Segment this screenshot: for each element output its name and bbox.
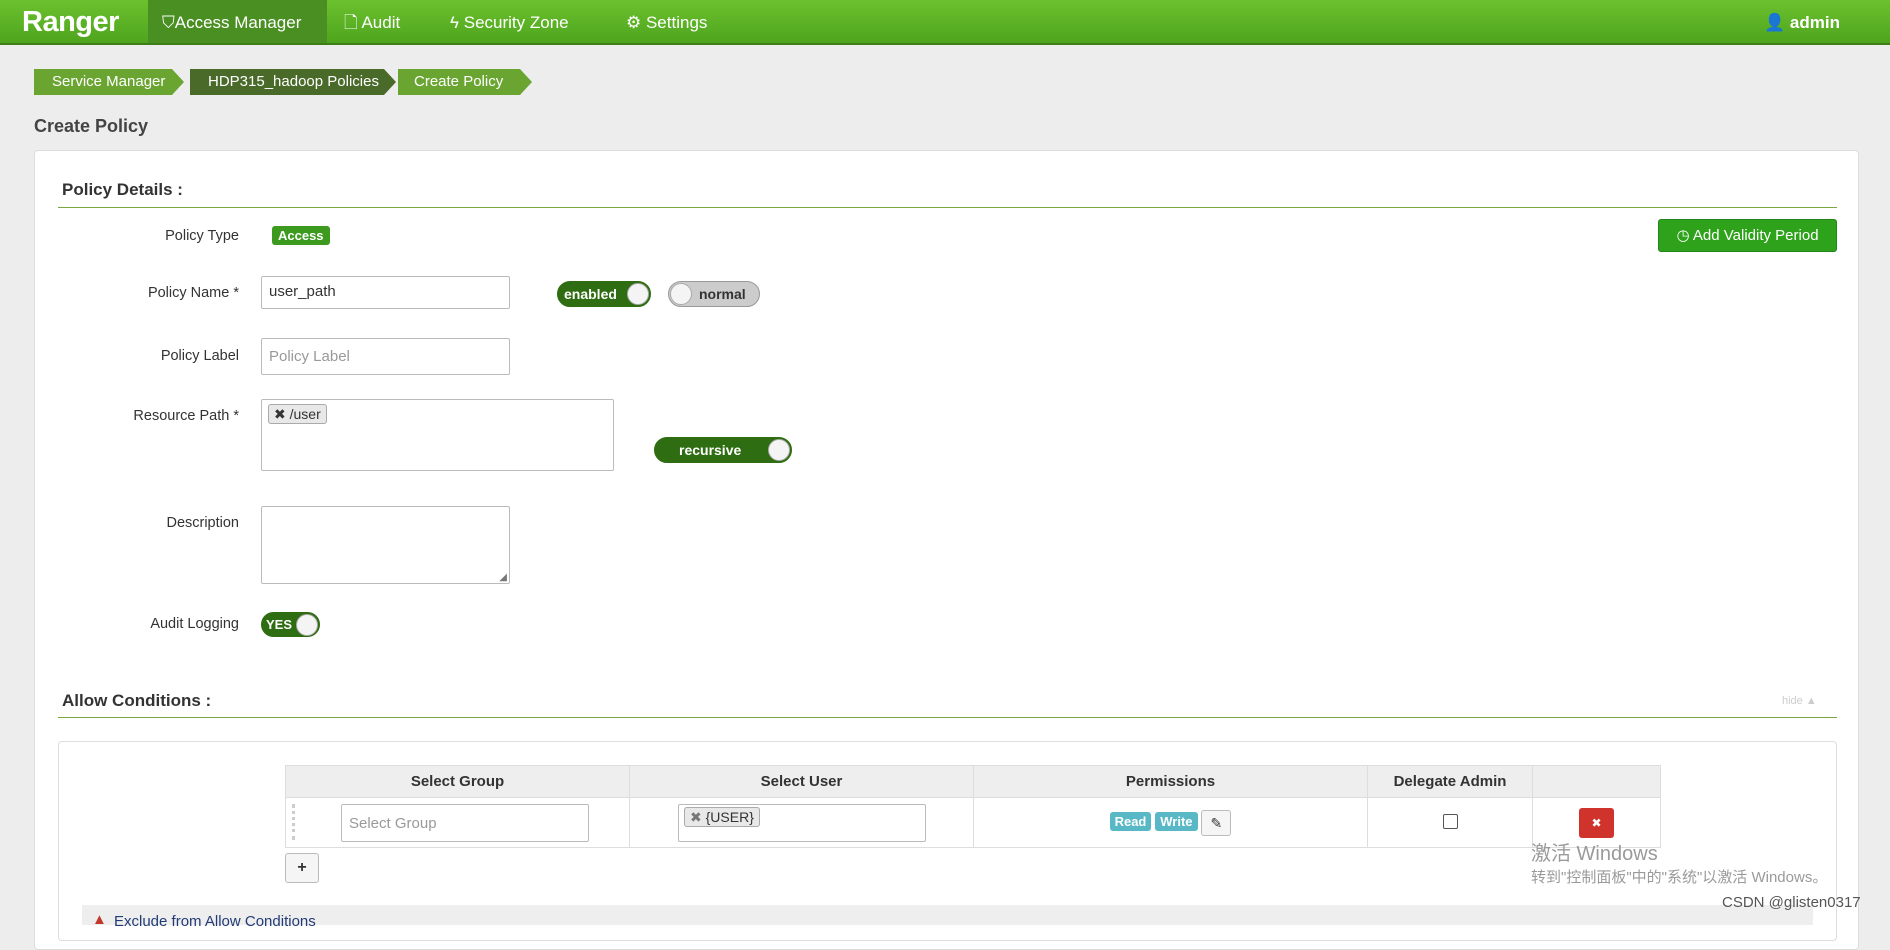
- audit-logging-label: Audit Logging: [150, 616, 239, 632]
- policy-type-label: Policy Type: [165, 228, 239, 244]
- enabled-toggle[interactable]: enabled: [557, 281, 651, 307]
- toggle-knob: [627, 283, 649, 305]
- recursive-toggle[interactable]: recursive: [654, 437, 792, 463]
- user-icon: 👤: [1764, 13, 1790, 32]
- pencil-icon: ✎: [1210, 814, 1223, 831]
- csdn-watermark: CSDN @glisten0317: [1722, 894, 1861, 911]
- policy-type-badge: Access: [272, 226, 330, 245]
- toggle-knob: [296, 614, 318, 636]
- close-icon: ✖: [1591, 815, 1602, 830]
- gear-icon: ⚙: [626, 13, 646, 32]
- divider: [58, 717, 1837, 718]
- toggle-knob: [768, 439, 790, 461]
- hide-toggle-link[interactable]: hide ▲: [1782, 695, 1817, 707]
- bolt-icon: ϟ: [450, 13, 464, 32]
- file-icon: 🗋: [344, 13, 362, 32]
- description-textarea[interactable]: ◢: [261, 506, 510, 584]
- windows-watermark-title: 激活 Windows: [1531, 843, 1658, 865]
- table-header: Select Group Select User Permissions Del…: [285, 765, 1661, 798]
- group-cell: Select Group: [285, 797, 630, 848]
- resource-path-input[interactable]: ✖ /user: [261, 399, 614, 471]
- nav-settings[interactable]: ⚙ Settings: [612, 0, 721, 43]
- nav-security-zone[interactable]: ϟ Security Zone: [436, 0, 583, 43]
- allow-conditions-heading: Allow Conditions :: [62, 691, 212, 710]
- nav-audit[interactable]: 🗋 Audit: [330, 0, 414, 43]
- audit-logging-toggle[interactable]: YES: [261, 612, 320, 637]
- windows-watermark-text: 转到"控制面板"中的"系统"以激活 Windows。: [1531, 869, 1828, 886]
- exclude-section-header[interactable]: ▲ Exclude from Allow Conditions: [82, 905, 1813, 930]
- permissions-cell: Read Write ✎: [973, 797, 1368, 848]
- page-title: Create Policy: [34, 116, 149, 136]
- permission-read: Read: [1109, 812, 1152, 832]
- breadcrumb-policies[interactable]: HDP315_hadoop Policies: [190, 69, 396, 95]
- policy-label-label: Policy Label: [160, 348, 239, 364]
- nav-access-manager[interactable]: ⛉Access Manager: [148, 0, 327, 43]
- resource-path-label: Resource Path *: [133, 408, 239, 424]
- policy-name-label: Policy Name *: [147, 285, 239, 301]
- col-actions: [1532, 765, 1661, 798]
- breadcrumb-create-policy: Create Policy: [398, 69, 532, 95]
- toggle-knob: [670, 283, 692, 305]
- add-validity-period-button[interactable]: ◷ Add Validity Period: [1658, 219, 1837, 252]
- breadcrumb-service-manager[interactable]: Service Manager: [34, 69, 184, 95]
- clock-icon: ◷: [1676, 227, 1693, 244]
- resize-handle-icon[interactable]: ◢: [499, 572, 507, 583]
- user-cell: ✖ {USER}: [629, 797, 974, 848]
- user-menu[interactable]: 👤 admin: [1750, 0, 1854, 43]
- edit-permissions-button[interactable]: ✎: [1201, 809, 1232, 836]
- col-permissions: Permissions: [973, 765, 1368, 798]
- warning-icon: ▲: [92, 911, 107, 928]
- col-delegate-admin: Delegate Admin: [1367, 765, 1533, 798]
- remove-tag-icon[interactable]: ✖: [690, 809, 706, 825]
- drag-handle-icon[interactable]: [292, 804, 295, 840]
- delegate-admin-checkbox[interactable]: [1442, 813, 1458, 829]
- delete-row-button[interactable]: ✖: [1579, 807, 1614, 838]
- ranger-logo[interactable]: Ranger: [22, 6, 119, 39]
- resource-path-tag: ✖ /user: [268, 404, 327, 424]
- policy-label-input[interactable]: Policy Label: [261, 338, 510, 375]
- permission-write: Write: [1155, 812, 1198, 832]
- remove-tag-icon[interactable]: ✖: [274, 406, 290, 422]
- policy-name-input[interactable]: user_path: [261, 276, 510, 309]
- divider: [58, 207, 1837, 208]
- allow-conditions-table: Select Group Select User Permissions Del…: [285, 765, 1661, 848]
- policy-details-heading: Policy Details :: [62, 180, 183, 199]
- col-select-group: Select Group: [285, 765, 630, 798]
- delegate-admin-cell: [1367, 797, 1533, 848]
- user-tag: ✖ {USER}: [684, 807, 760, 827]
- col-select-user: Select User: [629, 765, 974, 798]
- table-row: Select Group ✖ {USER} Read Write ✎ ✖: [285, 797, 1661, 848]
- normal-toggle[interactable]: normal: [668, 281, 760, 307]
- select-user-input[interactable]: ✖ {USER}: [678, 804, 926, 842]
- shield-icon: ⛉: [162, 13, 175, 32]
- top-navbar: Ranger ⛉Access Manager 🗋 Audit ϟ Securit…: [0, 0, 1890, 45]
- description-label: Description: [166, 515, 239, 531]
- add-condition-button[interactable]: +: [285, 853, 319, 883]
- select-group-input[interactable]: Select Group: [341, 804, 589, 842]
